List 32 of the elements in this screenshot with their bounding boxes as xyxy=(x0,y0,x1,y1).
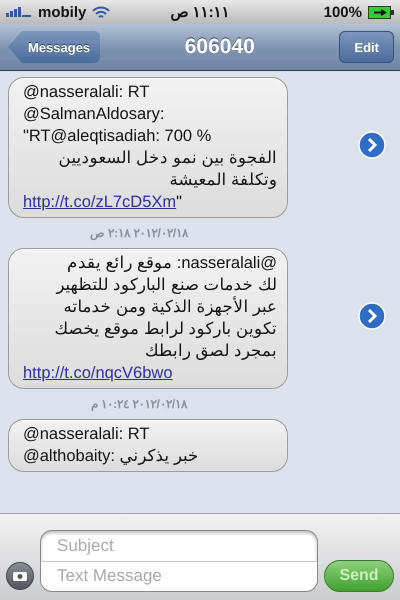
message-text: @SalmanAldosary: xyxy=(23,104,166,125)
message-text: @althobaity: خبر يذكرني xyxy=(23,446,200,467)
message-text: وتكلفة المعيشة xyxy=(168,170,277,191)
carrier-name: mobily xyxy=(38,4,86,20)
signal-icon xyxy=(6,7,32,17)
message-field[interactable]: Text Message xyxy=(40,562,318,592)
disclosure-icon[interactable] xyxy=(358,130,386,158)
message-link[interactable]: http://t.co/zL7cD5Xm xyxy=(23,193,176,211)
message-text: عبر الأجهزة الذكية ومن خدماته xyxy=(62,296,277,318)
message-text: بمجرد لصق رابطك xyxy=(144,341,277,362)
camera-icon xyxy=(12,570,28,582)
back-button[interactable]: Messages xyxy=(8,31,100,63)
message-timestamp: ٢٠١٢/٠٢/١٨ ١٠:٢٤ م xyxy=(90,397,188,411)
message-text: لك خدمات صنع الباركود للتظهير xyxy=(54,275,277,296)
message-text: @nasseralali: RT xyxy=(23,424,150,445)
message-timestamp: ٢٠١٢/٠٢/١٨ ٢:١٨ ص xyxy=(90,226,188,240)
camera-button[interactable] xyxy=(6,562,34,590)
disclosure-icon[interactable] xyxy=(358,302,386,330)
message-text: "RT@aleqtisadiah: 700 % xyxy=(23,126,212,147)
subject-field[interactable]: Subject xyxy=(40,530,318,562)
message-link[interactable]: http://t.co/nqcV6bwo xyxy=(23,364,173,382)
battery-percent: 100% xyxy=(324,4,362,20)
status-time: ١١:١١ ص xyxy=(170,3,230,21)
message-text: الفجوة بين نمو دخل السعوديين xyxy=(58,148,277,169)
edit-button[interactable]: Edit xyxy=(339,31,394,63)
message-text: @nasseralali: موقع رائع يقدم xyxy=(66,253,277,274)
battery-icon xyxy=(368,6,394,18)
message-text: @nasseralali: RT xyxy=(23,82,150,103)
conversation-title: 606040 xyxy=(184,35,255,59)
wifi-icon xyxy=(92,6,110,18)
message-text: تكوين باركود لرابط موقع يخصك xyxy=(54,319,277,340)
message-text: " xyxy=(176,193,182,211)
